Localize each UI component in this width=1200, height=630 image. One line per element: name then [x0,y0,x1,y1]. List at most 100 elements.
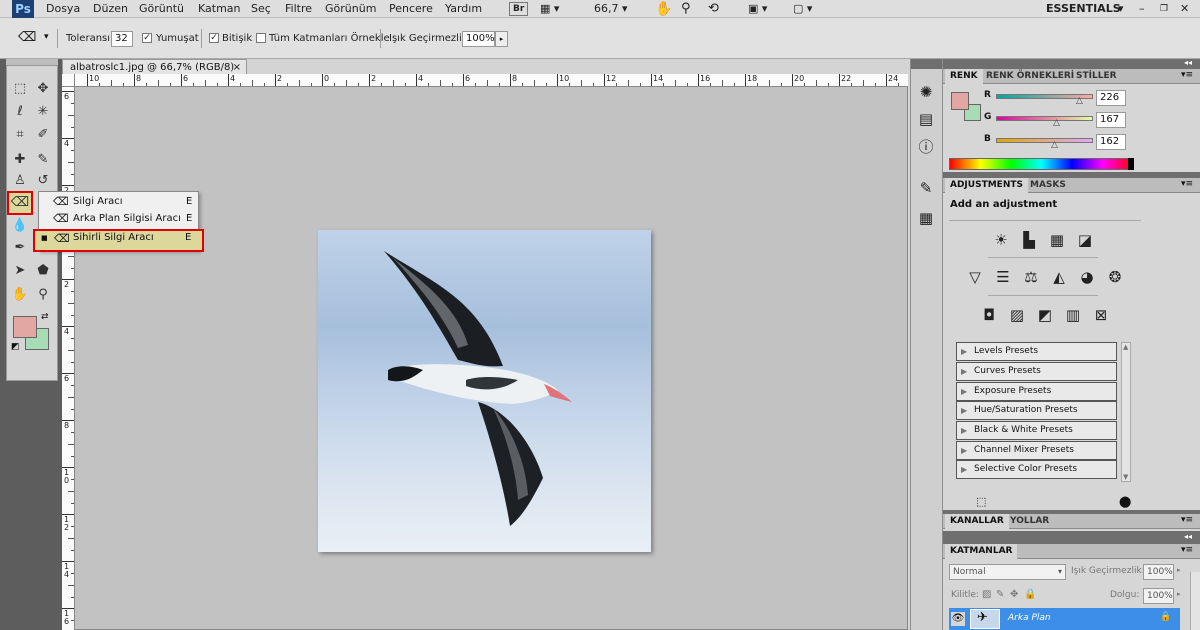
vibrance-icon[interactable]: ▽ [964,266,986,288]
preset-hue-saturation[interactable]: Hue/Saturation Presets [956,401,1117,420]
ruler-origin[interactable] [62,74,75,87]
sample-all-checkbox[interactable] [256,32,266,46]
swap-colors-icon[interactable]: ⇄ [41,312,49,322]
rotate-view-icon[interactable]: ⟲ [708,0,719,18]
lasso-tool-icon[interactable]: ℓ [11,103,29,121]
tab-color[interactable]: RENK [945,69,983,84]
clone-stamp-tool-icon[interactable]: ♙ [11,172,29,190]
preset-black-white[interactable]: Black & White Presets [956,421,1117,440]
hand-tool-icon[interactable]: ✋ [655,0,672,18]
clip-layer-icon[interactable]: ⬤ [1119,495,1131,508]
strip-header[interactable] [911,59,942,69]
document-close-icon[interactable]: × [233,60,241,75]
default-colors-icon[interactable]: ◩ [11,342,20,352]
preset-curves[interactable]: Curves Presets [956,362,1117,381]
history-brush-tool-icon[interactable]: ↺ [34,172,52,190]
menu-filter[interactable]: Filtre [285,0,312,18]
tab-masks[interactable]: MASKS [1025,178,1071,193]
preset-levels[interactable]: Levels Presets [956,342,1117,361]
menu-image[interactable]: Görüntü [139,0,184,18]
blue-slider[interactable] [996,138,1093,143]
antialias-checkbox[interactable]: ✓ [142,32,152,46]
menu-help[interactable]: Yardım [445,0,482,18]
workspace-switcher[interactable]: ESSENTIALS [1046,0,1121,18]
curves-icon[interactable]: ▦ [1046,229,1068,251]
clone-source-panel-icon[interactable]: ▦ [915,207,937,229]
collapse-panels-icon[interactable]: ◂◂ [1184,532,1192,541]
scroll-down-icon[interactable]: ▼ [1123,473,1128,481]
panel-collapse-bar[interactable] [943,59,1200,69]
scroll-up-icon[interactable]: ▲ [1123,343,1128,351]
tab-paths[interactable]: YOLLAR [1005,514,1054,529]
restore-icon[interactable]: ❐ [1160,0,1168,18]
foreground-color-swatch-front[interactable] [13,316,37,338]
layers-scrollbar[interactable] [1190,572,1200,630]
menu-view[interactable]: Görünüm [325,0,376,18]
tab-adjustments[interactable]: ADJUSTMENTS [945,178,1028,193]
preset-channel-mixer[interactable]: Channel Mixer Presets [956,441,1117,460]
crop-tool-icon[interactable]: ⌗ [11,126,29,144]
menu-window[interactable]: Pencere [389,0,433,18]
bridge-button[interactable]: Br [509,2,529,16]
lock-position-icon[interactable]: ✥ [1010,589,1018,600]
screen-mode-icon[interactable]: ▢ ▾ [793,0,812,18]
green-slider[interactable] [996,116,1093,121]
fill-arrow-icon[interactable]: ▸ [1177,590,1181,598]
channel-mixer-icon[interactable]: ❂ [1104,266,1126,288]
magic-eraser-preset-icon[interactable]: ⌫ [18,30,36,45]
panel-menu-icon[interactable]: ▾≡ [1181,70,1193,80]
opacity-slider-arrow-icon[interactable]: ▸ [495,31,508,47]
healing-brush-tool-icon[interactable]: ✚ [11,151,29,169]
preset-exposure[interactable]: Exposure Presets [956,382,1117,401]
layer-opacity-input[interactable]: 100% [1143,564,1174,580]
blue-slider-thumb-icon[interactable]: △ [1051,140,1058,150]
spectrum-black-white[interactable] [1128,158,1134,170]
hue-saturation-icon[interactable]: ☰ [992,266,1014,288]
lock-all-icon[interactable]: 🔒 [1024,589,1036,600]
tab-layers[interactable]: KATMANLAR [945,544,1018,559]
opacity-input[interactable]: 100% [462,31,495,47]
layer-visibility-eye-icon[interactable]: 👁 [951,612,965,626]
panel-menu-icon[interactable]: ▾≡ [1181,515,1193,525]
horizontal-ruler[interactable]: 10 8 6 4 2 0 2 4 6 8 10 12 14 16 18 20 22 24 [75,74,923,87]
green-value-input[interactable]: 167 [1096,112,1126,128]
blend-mode-select[interactable]: Normal ▾ [949,564,1066,580]
panel-menu-icon[interactable]: ▾≡ [1181,545,1193,555]
image-canvas[interactable] [318,230,651,552]
posterize-icon[interactable]: ▨ [1006,304,1028,326]
exposure-icon[interactable]: ◪ [1074,229,1096,251]
color-spectrum-ramp[interactable] [949,158,1134,170]
collapse-panels-icon[interactable]: ◂◂ [1184,58,1192,67]
tab-channels[interactable]: KANALLAR [945,514,1009,529]
fill-input[interactable]: 100% [1143,588,1174,604]
minimize-icon[interactable]: – [1139,0,1145,18]
flyout-item-magic-eraser[interactable]: ■ ⌫ Sihirli Silgi Aracı E [33,229,204,252]
invert-icon[interactable]: ◘ [978,304,1000,326]
blur-tool-icon[interactable]: 💧 [11,217,29,235]
zoom-level[interactable]: 66,7 [594,0,619,18]
vertical-ruler[interactable]: 6420246810121416 [62,87,75,630]
workspace-dropdown-icon[interactable]: ▾ [1118,0,1124,18]
close-icon[interactable]: ✕ [1180,0,1189,18]
photo-filter-icon[interactable]: ◕ [1076,266,1098,288]
navigator-panel-icon[interactable]: ✺ [915,81,937,103]
magic-wand-tool-icon[interactable]: ✳ [34,103,52,121]
marquee-tool-icon[interactable]: ⬚ [11,80,29,98]
tab-styles[interactable]: STİLLER [1071,69,1122,84]
lock-image-icon[interactable]: ✎ [996,589,1004,600]
zoom-tool-icon[interactable]: ⚲ [34,286,52,304]
brushes-panel-icon[interactable]: ✎ [915,177,937,199]
info-panel-icon[interactable]: ⓘ [915,136,937,158]
lock-transparent-icon[interactable]: ▨ [982,589,991,600]
red-value-input[interactable]: 226 [1096,90,1126,106]
contiguous-checkbox[interactable]: ✓ [209,32,219,46]
zoom-tool-icon[interactable]: ⚲ [681,0,691,18]
presets-scrollbar[interactable]: ▲ ▼ [1121,342,1131,482]
flyout-item-background-eraser[interactable]: ⌫ Arka Plan Silgisi Aracı E [39,209,198,228]
shape-tool-icon[interactable]: ⬟ [34,262,52,280]
tool-preset-dropdown-icon[interactable]: ▾ [44,32,49,42]
path-selection-tool-icon[interactable]: ➤ [11,262,29,280]
menu-file[interactable]: Dosya [46,0,80,18]
preset-selective-color[interactable]: Selective Color Presets [956,460,1117,479]
layer-name[interactable]: Arka Plan [1008,613,1051,623]
